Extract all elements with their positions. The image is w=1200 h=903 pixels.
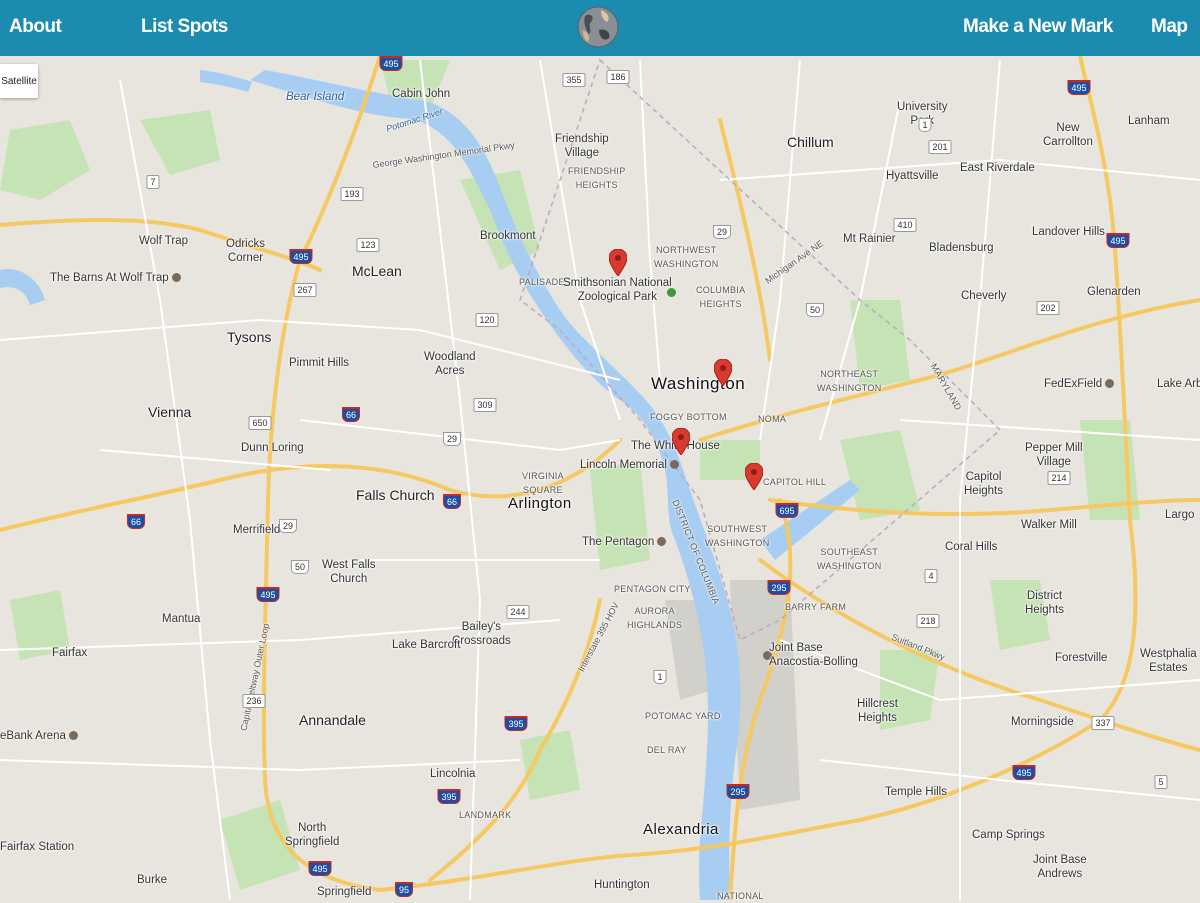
map-canvas[interactable]: Satellite [0, 56, 1200, 900]
nav-list-spots-link[interactable]: List Spots [141, 16, 228, 38]
marker-pin-icon[interactable] [714, 359, 732, 386]
map-base [0, 56, 1200, 900]
satellite-toggle-button[interactable]: Satellite [0, 64, 38, 98]
marker-pin-icon[interactable] [609, 249, 627, 276]
nav-about-link[interactable]: About [9, 16, 62, 38]
globe-logo-icon[interactable] [577, 0, 619, 54]
marker-pin-icon[interactable] [745, 463, 763, 490]
marker-pin-icon[interactable] [672, 428, 690, 455]
nav-map-link[interactable]: Map [1151, 16, 1188, 38]
nav-new-mark-link[interactable]: Make a New Mark [963, 16, 1113, 38]
top-navbar: About List Spots Make a New Mark Map [0, 0, 1200, 56]
